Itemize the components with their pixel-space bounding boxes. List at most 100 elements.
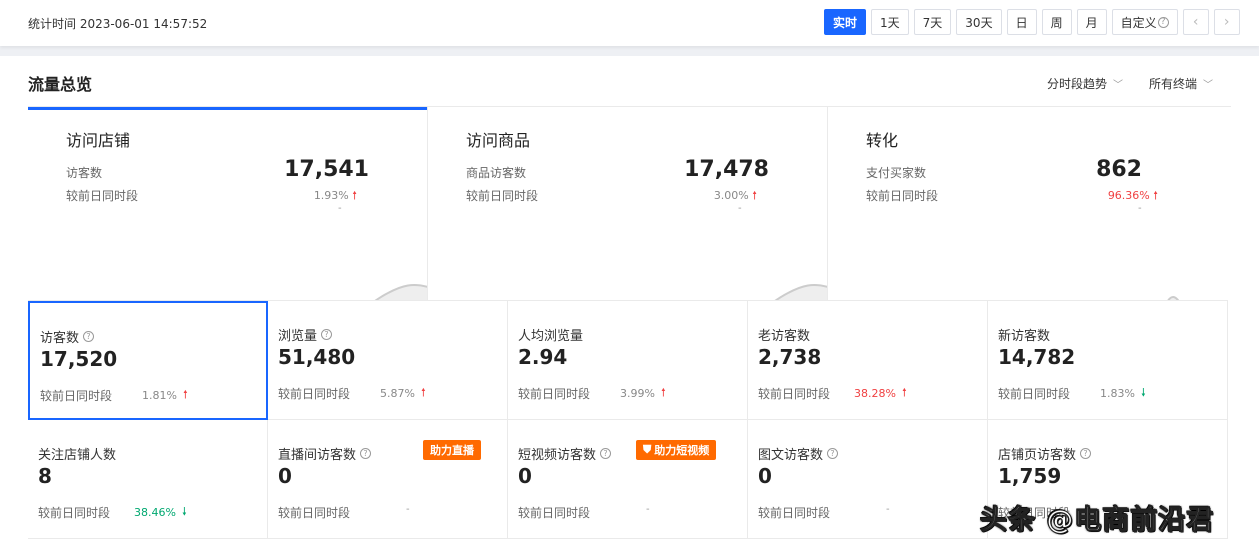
trend-card-value: 862 xyxy=(1096,157,1142,182)
metric-grid: 访客数? 17,520 较前日同时段 1.81% 🠕 浏览量? 51,480 较前… xyxy=(28,300,1228,539)
metric-avg-pageviews[interactable]: 人均浏览量 2.94 较前日同时段 3.99% 🠕 xyxy=(508,301,748,420)
metric-name: 图文访客数 xyxy=(758,448,824,463)
stat-time: 统计时间 2023-06-01 14:57:52 xyxy=(28,17,208,31)
metric-name: 人均浏览量 xyxy=(518,329,584,344)
metric-value: 51,480 xyxy=(278,345,356,369)
metric-name: 直播间访客数 xyxy=(278,448,357,463)
trend-card-compare: 较前日同时段 xyxy=(66,189,139,203)
trend-card-pct: 1.93% xyxy=(313,189,349,202)
metric-dash: - xyxy=(406,504,410,515)
help-icon[interactable]: ? xyxy=(360,448,372,459)
trend-card-title: 转化 xyxy=(866,131,899,150)
metric-pct: 1.81% xyxy=(142,389,177,402)
metric-pageviews[interactable]: 浏览量? 51,480 较前日同时段 5.87% 🠕 xyxy=(268,301,508,420)
metric-name: 店铺页访客数 xyxy=(998,448,1077,463)
arrow-up-icon: 🠕 xyxy=(420,386,426,399)
time-trend-dropdown[interactable]: 分时段趋势 ﹀ xyxy=(1047,75,1123,92)
metric-compare: 较前日同时段 xyxy=(518,387,591,401)
metric-live-visitors[interactable]: 直播间访客数? 助力直播 0 较前日同时段 - xyxy=(268,420,508,539)
period-week-button[interactable]: 周 xyxy=(1041,9,1072,35)
metric-visitors[interactable]: 访客数? 17,520 较前日同时段 1.81% 🠕 xyxy=(28,301,268,420)
help-icon[interactable]: ? xyxy=(1080,448,1092,459)
period-day-button[interactable]: 日 xyxy=(1006,9,1037,35)
boost-live-label: 助力直播 xyxy=(430,444,474,457)
period-custom-label: 自定义 xyxy=(1120,15,1157,30)
metric-compare: 较前日同时段 xyxy=(278,387,351,401)
metric-pct: 38.28% xyxy=(854,387,896,400)
metric-compare: 较前日同时段 xyxy=(758,506,831,520)
arrow-up-icon: 🠕 xyxy=(752,189,757,202)
metric-value: 2.94 xyxy=(518,345,568,369)
trend-card-value: 17,478 xyxy=(684,157,769,182)
metric-name: 新访客数 xyxy=(998,329,1051,344)
traffic-overview-panel: 流量总览 分时段趋势 ﹀ 所有终端 ﹀ 访问店铺 访客数 较前日同时段 17,541… xyxy=(0,56,1259,548)
metric-value: 0 xyxy=(278,464,292,488)
arrow-up-icon: 🠕 xyxy=(182,388,188,401)
terminal-dropdown[interactable]: 所有终端 ﹀ xyxy=(1149,75,1213,92)
help-icon[interactable]: ? xyxy=(321,329,333,340)
trend-card-dash: - xyxy=(338,203,342,214)
shield-icon: ⛊ xyxy=(643,443,652,456)
period-custom-button[interactable]: 自定义? xyxy=(1111,9,1178,35)
period-month-button[interactable]: 月 xyxy=(1076,9,1107,35)
metric-graphic-visitors[interactable]: 图文访客数? 0 较前日同时段 - xyxy=(748,420,988,539)
next-page-icon[interactable]: › xyxy=(1213,9,1240,35)
top-bar: 统计时间 2023-06-01 14:57:52 实时 1天 7天 30天 日 … xyxy=(0,0,1259,46)
help-icon[interactable]: ? xyxy=(83,331,95,342)
metric-value: 1,759 xyxy=(998,464,1062,488)
boost-short-video-label: 助力短视频 xyxy=(654,444,710,457)
metric-compare: 较前日同时段 xyxy=(518,506,591,520)
metric-compare: 较前日同时段 xyxy=(758,387,831,401)
chevron-down-icon: ﹀ xyxy=(1203,80,1214,91)
metric-pct: 3.99% xyxy=(620,387,655,400)
metric-dash: - xyxy=(886,504,890,515)
boost-live-button[interactable]: 助力直播 xyxy=(423,440,481,460)
time-trend-label: 分时段趋势 xyxy=(1047,77,1108,91)
arrow-up-icon: 🠕 xyxy=(352,189,357,202)
period-1day-button[interactable]: 1天 xyxy=(871,9,909,35)
trend-card-value: 17,541 xyxy=(284,157,369,182)
metric-name: 访客数 xyxy=(40,331,80,346)
arrow-up-icon: 🠕 xyxy=(660,386,666,399)
arrow-down-icon: 🠗 xyxy=(1140,386,1146,399)
trend-card-compare: 较前日同时段 xyxy=(866,189,939,203)
metric-short-video-visitors[interactable]: 短视频访客数? ⛊ 助力短视频 0 较前日同时段 - xyxy=(508,420,748,539)
metric-value: 2,738 xyxy=(758,345,822,369)
arrow-up-icon: 🠕 xyxy=(1153,189,1158,202)
boost-short-video-button[interactable]: ⛊ 助力短视频 xyxy=(636,440,717,460)
period-7day-button[interactable]: 7天 xyxy=(913,9,952,35)
metric-new-visitors[interactable]: 新访客数 14,782 较前日同时段 1.83% 🠗 xyxy=(988,301,1228,420)
trend-card-dash: - xyxy=(1138,203,1142,214)
metric-returning-visitors[interactable]: 老访客数 2,738 较前日同时段 38.28% 🠕 xyxy=(748,301,988,420)
metric-compare: 较前日同时段 xyxy=(40,389,113,403)
metric-compare: 较前日同时段 xyxy=(278,506,351,520)
trend-card-metric: 商品访客数 xyxy=(466,166,527,180)
help-icon: ? xyxy=(1157,16,1169,28)
help-icon[interactable]: ? xyxy=(600,448,612,459)
metric-compare: 较前日同时段 xyxy=(38,506,111,520)
metric-value: 8 xyxy=(38,464,52,488)
metric-pct: 38.46% xyxy=(134,506,176,519)
metric-name: 短视频访客数 xyxy=(518,448,597,463)
watermark: 头条 @电商前沿君 xyxy=(979,505,1215,537)
period-30day-button[interactable]: 30天 xyxy=(956,9,1002,35)
trend-card-dash: - xyxy=(738,203,742,214)
metric-value: 17,520 xyxy=(40,347,118,371)
metric-name: 老访客数 xyxy=(758,329,811,344)
trend-card-pct: 3.00% xyxy=(713,189,749,202)
metric-value: 0 xyxy=(518,464,532,488)
prev-page-icon[interactable]: ‹ xyxy=(1182,9,1209,35)
terminal-label: 所有终端 xyxy=(1149,77,1198,91)
metric-pct: 1.83% xyxy=(1100,387,1135,400)
trend-card-metric: 访客数 xyxy=(66,166,103,180)
metric-store-followers[interactable]: 关注店铺人数 8 较前日同时段 38.46% 🠗 xyxy=(28,420,268,539)
help-icon[interactable]: ? xyxy=(827,448,839,459)
trend-card-title: 访问店铺 xyxy=(66,131,131,150)
trend-card-compare: 较前日同时段 xyxy=(466,189,539,203)
trend-card-pct: 96.36% xyxy=(1107,189,1150,202)
period-realtime-button[interactable]: 实时 xyxy=(824,9,867,35)
trend-card-metric: 支付买家数 xyxy=(866,166,927,180)
metric-value: 14,782 xyxy=(998,345,1076,369)
metric-name: 浏览量 xyxy=(278,329,318,344)
metric-name: 关注店铺人数 xyxy=(38,448,117,463)
